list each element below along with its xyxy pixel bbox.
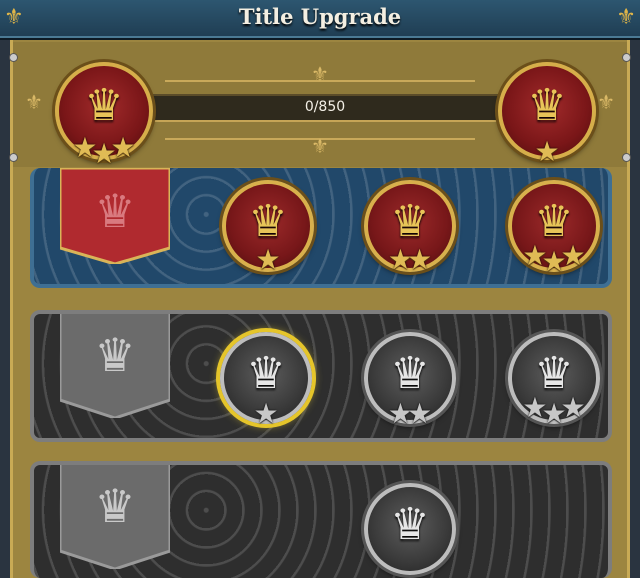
title-level-medal[interactable]: ♛ ★★ bbox=[364, 180, 456, 274]
crown-icon: ♛ bbox=[94, 479, 136, 533]
title-level-medal[interactable]: ♛ ★★ bbox=[364, 332, 456, 428]
crown-icon: ♛ bbox=[527, 80, 567, 131]
bolt-icon bbox=[623, 154, 630, 161]
title-level-medal[interactable]: ♛ ★★★ bbox=[508, 180, 600, 276]
crown-icon: ♛ bbox=[390, 348, 430, 399]
bolt-icon bbox=[623, 54, 630, 61]
crown-icon: ♛ bbox=[390, 196, 430, 247]
star-icon: ★ bbox=[534, 135, 560, 168]
title-level-medal[interactable]: ♛ bbox=[364, 483, 456, 575]
current-title-medal[interactable]: ♛ ★★★ bbox=[55, 62, 153, 168]
star-rating: ★★★ bbox=[512, 242, 596, 276]
title-level-medal-selected[interactable]: ♛ ★ bbox=[220, 332, 312, 428]
star-icon: ★ bbox=[407, 397, 433, 430]
tier-row-red: ♛ ♛ ★ ♛ ★★ ♛ ★★★ bbox=[30, 168, 612, 288]
star-rating: ★★★ bbox=[512, 394, 596, 428]
tier-banner: ♛ bbox=[58, 465, 172, 571]
fleur-de-lis-icon: ⚜ bbox=[311, 62, 329, 86]
crown-icon: ♛ bbox=[94, 328, 136, 382]
star-rating: ★ bbox=[226, 246, 310, 274]
tier-banner: ♛ bbox=[58, 314, 172, 420]
fleur-de-lis-icon: ⚜ bbox=[25, 90, 43, 114]
star-icon: ★ bbox=[253, 397, 279, 430]
fleur-de-lis-icon: ⚜ bbox=[597, 90, 615, 114]
crown-icon: ♛ bbox=[248, 196, 288, 247]
star-rating: ★★★ bbox=[59, 134, 149, 168]
crown-icon: ♛ bbox=[84, 80, 124, 131]
crown-icon: ♛ bbox=[390, 499, 430, 550]
fleur-de-lis-icon: ⚜ bbox=[311, 134, 329, 158]
progress-bar: 0/850 bbox=[140, 94, 510, 122]
crown-icon: ♛ bbox=[94, 184, 136, 238]
star-rating: ★ bbox=[224, 400, 308, 428]
page-title: Title Upgrade bbox=[238, 4, 402, 29]
star-rating: ★★ bbox=[368, 400, 452, 428]
star-icon: ★ bbox=[541, 245, 567, 278]
star-rating: ★★ bbox=[368, 246, 452, 274]
star-rating: ★ bbox=[502, 138, 592, 166]
fleur-de-lis-icon: ⚜ bbox=[616, 5, 636, 30]
title-level-medal[interactable]: ♛ ★★★ bbox=[508, 332, 600, 428]
star-icon: ★ bbox=[255, 243, 281, 276]
star-icon: ★ bbox=[407, 243, 433, 276]
tier-banner: ♛ bbox=[58, 168, 172, 266]
title-level-medal[interactable]: ♛ ★ bbox=[222, 180, 314, 274]
tier-row-silver-top: ♛ ♛ bbox=[30, 461, 612, 578]
star-icon: ★ bbox=[91, 137, 117, 170]
bolt-icon bbox=[10, 154, 17, 161]
progress-text: 0/850 bbox=[304, 99, 346, 115]
bolt-icon bbox=[10, 54, 17, 61]
next-title-medal[interactable]: ♛ ★ bbox=[498, 62, 596, 166]
crown-icon: ♛ bbox=[246, 348, 286, 399]
star-icon: ★ bbox=[541, 397, 567, 430]
tier-row-silver: ♛ ♛ ★ ♛ ★★ ♛ ★★★ bbox=[30, 310, 612, 442]
crown-icon: ♛ bbox=[534, 196, 574, 247]
crown-icon: ♛ bbox=[534, 348, 574, 399]
title-bar: ⚜ Title Upgrade ⚜ bbox=[0, 0, 640, 40]
